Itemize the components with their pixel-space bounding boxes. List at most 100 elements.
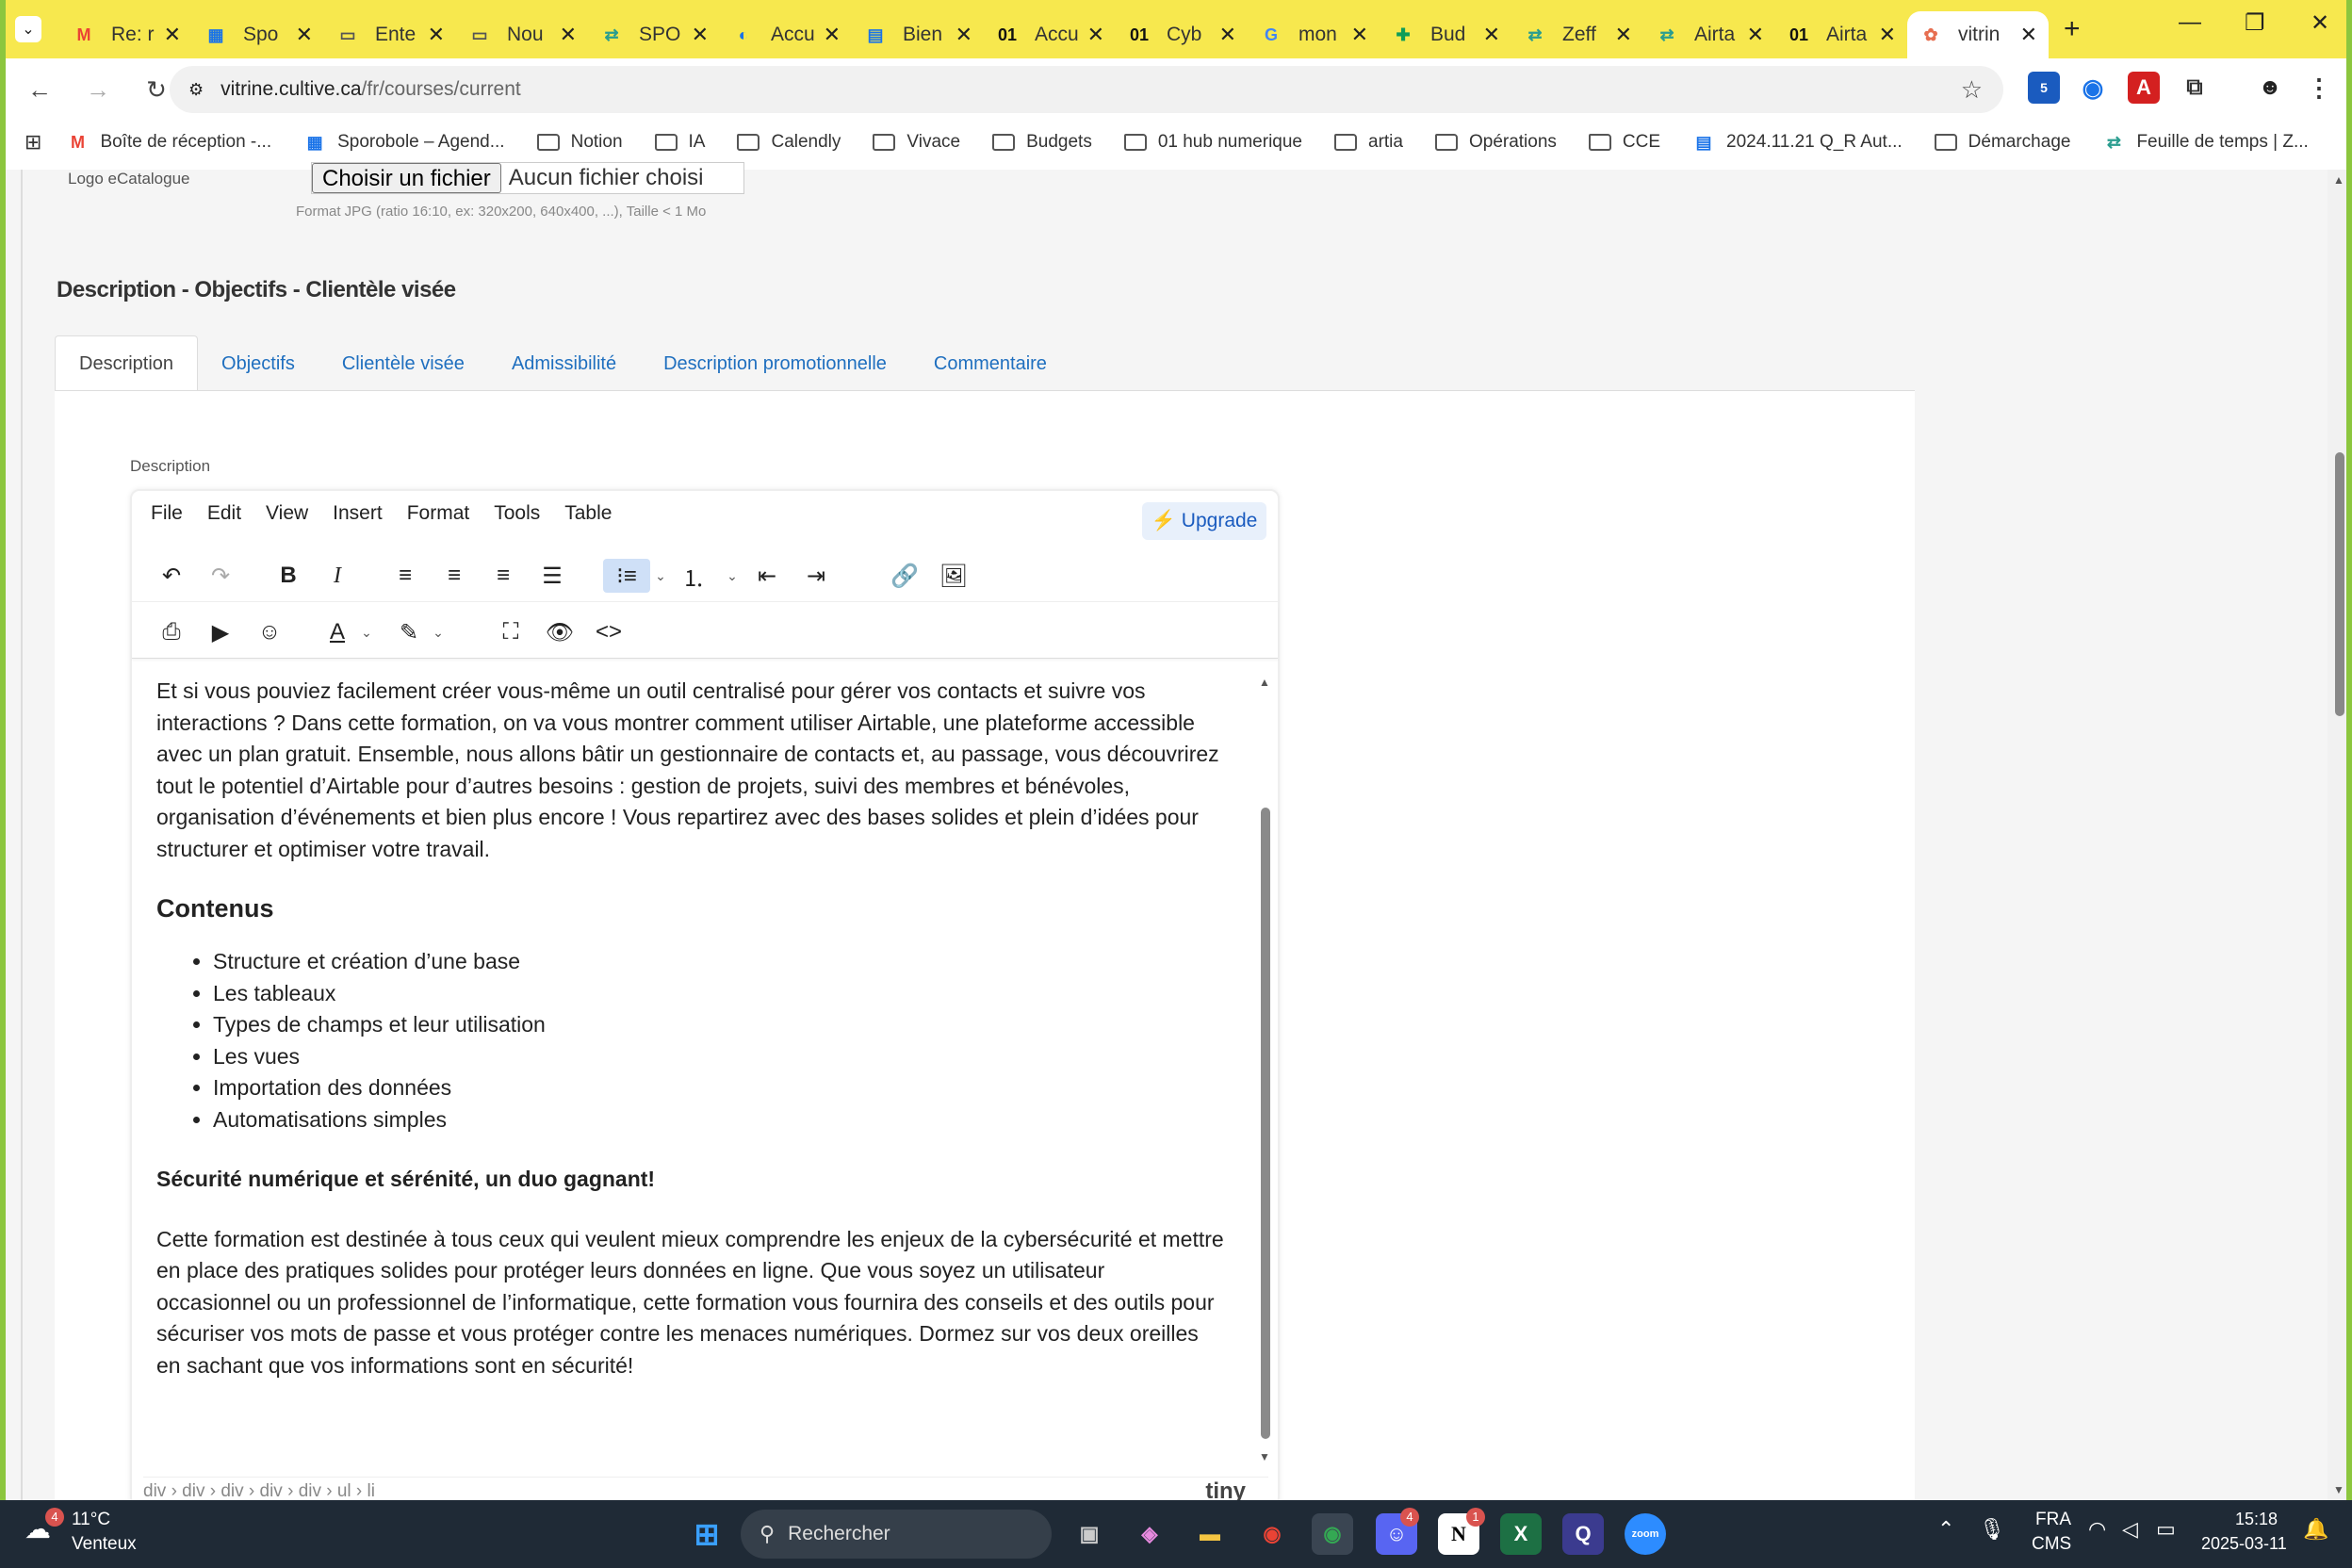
numbered-list-chevron-icon[interactable]: ⌄ bbox=[724, 559, 741, 593]
bookmark-item[interactable]: Calendly bbox=[737, 132, 841, 153]
puzzle-icon[interactable]: ⧉ bbox=[2179, 72, 2211, 104]
tab-commentaire[interactable]: Commentaire bbox=[910, 335, 1070, 392]
close-tab-icon[interactable]: ✕ bbox=[164, 23, 181, 47]
bookmark-item[interactable]: ▤ 2024.11.21 Q_R Aut... bbox=[1692, 132, 1903, 153]
page-scroll-thumb[interactable] bbox=[2335, 452, 2344, 716]
kebab-menu-icon[interactable]: ⋮ bbox=[2303, 72, 2335, 104]
mic-icon[interactable]: 🎙 bbox=[1979, 1517, 2005, 1542]
source-code-icon[interactable]: <> bbox=[592, 615, 626, 649]
bookmark-item[interactable]: Notion bbox=[536, 132, 623, 153]
tab-description[interactable]: Description bbox=[55, 335, 199, 392]
profile-avatar[interactable]: ☻ bbox=[2254, 72, 2286, 104]
excel-icon[interactable]: X bbox=[1500, 1513, 1542, 1555]
close-tab-icon[interactable]: ✕ bbox=[296, 23, 313, 47]
site-info-icon[interactable]: ⚙ bbox=[188, 80, 204, 100]
image-icon[interactable]: 🖼 bbox=[937, 559, 971, 593]
bookmark-item[interactable]: Budgets bbox=[992, 132, 1092, 153]
text-color-chevron-icon[interactable]: ⌄ bbox=[358, 615, 375, 649]
apps-icon[interactable]: ⊞ bbox=[24, 130, 41, 155]
bullet-list-chevron-icon[interactable]: ⌄ bbox=[652, 559, 669, 593]
bookmark-item[interactable]: M Boîte de réception -... bbox=[66, 132, 271, 153]
menu-table[interactable]: Table bbox=[564, 502, 612, 525]
align-left-icon[interactable]: ≡ bbox=[388, 559, 422, 593]
fullscreen-icon[interactable]: ⛶ bbox=[494, 615, 528, 649]
maximize-button[interactable]: ❐ bbox=[2245, 9, 2265, 37]
app-q-icon[interactable]: Q bbox=[1562, 1513, 1604, 1555]
choose-file-button[interactable]: Choisir un fichier bbox=[312, 163, 501, 193]
close-tab-icon[interactable]: ✕ bbox=[1879, 23, 1896, 47]
file-explorer-icon[interactable]: ▬ bbox=[1189, 1513, 1231, 1555]
editor-scroll-thumb[interactable] bbox=[1261, 808, 1270, 1439]
highlight-chevron-icon[interactable]: ⌄ bbox=[430, 615, 447, 649]
browser-tab[interactable]: ⇄ Zeff ✕ bbox=[1511, 11, 1643, 58]
close-tab-icon[interactable]: ✕ bbox=[1483, 23, 1500, 47]
undo-icon[interactable]: ↶ bbox=[155, 559, 188, 593]
tab-objectifs[interactable]: Objectifs bbox=[198, 335, 318, 392]
chrome-icon[interactable]: ◉ bbox=[1251, 1513, 1293, 1555]
extension-badge-icon[interactable]: 5 bbox=[2028, 72, 2060, 104]
browser-tab[interactable]: ▦ Spo ✕ bbox=[192, 11, 324, 58]
link-icon[interactable]: 🔗 bbox=[888, 559, 922, 593]
bookmark-item[interactable]: CCE bbox=[1588, 132, 1660, 153]
tab-description-promo[interactable]: Description promotionnelle bbox=[640, 335, 910, 392]
close-tab-icon[interactable]: ✕ bbox=[1747, 23, 1764, 47]
pdf-extension-icon[interactable]: A bbox=[2128, 72, 2160, 104]
align-center-icon[interactable]: ≡ bbox=[437, 559, 471, 593]
menu-file[interactable]: File bbox=[151, 502, 183, 525]
chrome-extension-icon[interactable]: ◉ bbox=[2077, 72, 2109, 104]
media-icon[interactable]: ▶ bbox=[204, 615, 237, 649]
menu-format[interactable]: Format bbox=[407, 502, 470, 525]
browser-tab[interactable]: ✿ vitrin ✕ bbox=[1907, 11, 2049, 58]
back-icon[interactable]: ← bbox=[21, 75, 58, 105]
emoji-icon[interactable]: ☺ bbox=[253, 615, 286, 649]
volume-icon[interactable]: ◁ bbox=[2122, 1517, 2138, 1542]
element-path[interactable]: div › div › div › div › div › ul › li bbox=[143, 1481, 375, 1502]
close-tab-icon[interactable]: ✕ bbox=[1219, 23, 1236, 47]
menu-edit[interactable]: Edit bbox=[207, 502, 241, 525]
outdent-icon[interactable]: ⇤ bbox=[750, 559, 784, 593]
bookmark-star-icon[interactable]: ☆ bbox=[1961, 75, 1983, 105]
close-tab-icon[interactable]: ✕ bbox=[956, 23, 972, 47]
scroll-up-icon[interactable]: ▲ bbox=[1259, 676, 1270, 689]
page-scroll-up-icon[interactable]: ▲ bbox=[2333, 173, 2344, 187]
print-icon[interactable]: ⎙ bbox=[155, 615, 188, 649]
close-tab-icon[interactable]: ✕ bbox=[2020, 23, 2037, 47]
browser-tab[interactable]: M Re: r ✕ bbox=[60, 11, 192, 58]
italic-icon[interactable]: I bbox=[320, 559, 354, 593]
zoom-icon[interactable]: zoom bbox=[1625, 1513, 1666, 1555]
menu-insert[interactable]: Insert bbox=[333, 502, 383, 525]
close-window-button[interactable]: ✕ bbox=[2311, 9, 2329, 37]
new-tab-button[interactable]: + bbox=[2064, 13, 2081, 45]
tab-clientele[interactable]: Clientèle visée bbox=[318, 335, 488, 392]
align-right-icon[interactable]: ≡ bbox=[486, 559, 520, 593]
tab-admissibilite[interactable]: Admissibilité bbox=[488, 335, 640, 392]
battery-icon[interactable]: ▭ bbox=[2156, 1517, 2176, 1542]
editor-scrollbar[interactable]: ▲ ▼ bbox=[1253, 676, 1278, 1463]
bookmark-item[interactable]: Démarchage bbox=[1934, 132, 2070, 153]
tab-search-button[interactable]: ⌄ bbox=[15, 16, 41, 42]
browser-tab[interactable]: 01 Accu ✕ bbox=[984, 11, 1116, 58]
highlight-icon[interactable]: ✎ bbox=[392, 615, 426, 649]
task-view-icon[interactable]: ▣ bbox=[1069, 1513, 1110, 1555]
browser-tab[interactable]: ▭ Nou ✕ bbox=[456, 11, 588, 58]
redo-icon[interactable]: ↷ bbox=[204, 559, 237, 593]
wifi-icon[interactable]: ◠ bbox=[2088, 1517, 2106, 1542]
bullet-list-icon[interactable]: ⁝≡ bbox=[603, 559, 650, 593]
preview-icon[interactable]: 👁 bbox=[543, 615, 577, 649]
close-tab-icon[interactable]: ✕ bbox=[1087, 23, 1104, 47]
menu-view[interactable]: View bbox=[266, 502, 308, 525]
forward-icon[interactable]: → bbox=[79, 75, 117, 105]
minimize-button[interactable]: — bbox=[2179, 9, 2201, 36]
bookmark-item[interactable]: Vivace bbox=[873, 132, 960, 153]
close-tab-icon[interactable]: ✕ bbox=[560, 23, 577, 47]
copilot-icon[interactable]: ◈ bbox=[1129, 1513, 1170, 1555]
text-color-icon[interactable]: A bbox=[320, 615, 354, 649]
upgrade-button[interactable]: ⚡ Upgrade bbox=[1142, 502, 1266, 540]
browser-tab[interactable]: 01 Airta ✕ bbox=[1775, 11, 1907, 58]
browser-tab[interactable]: ▭ Ente ✕ bbox=[324, 11, 456, 58]
align-justify-icon[interactable]: ☰ bbox=[535, 559, 569, 593]
clock-date[interactable]: 2025-03-11 bbox=[2201, 1534, 2287, 1554]
close-tab-icon[interactable]: ✕ bbox=[692, 23, 709, 47]
chrome-active-icon[interactable]: ◉ bbox=[1312, 1513, 1353, 1555]
clock-time[interactable]: 15:18 bbox=[2235, 1510, 2278, 1529]
